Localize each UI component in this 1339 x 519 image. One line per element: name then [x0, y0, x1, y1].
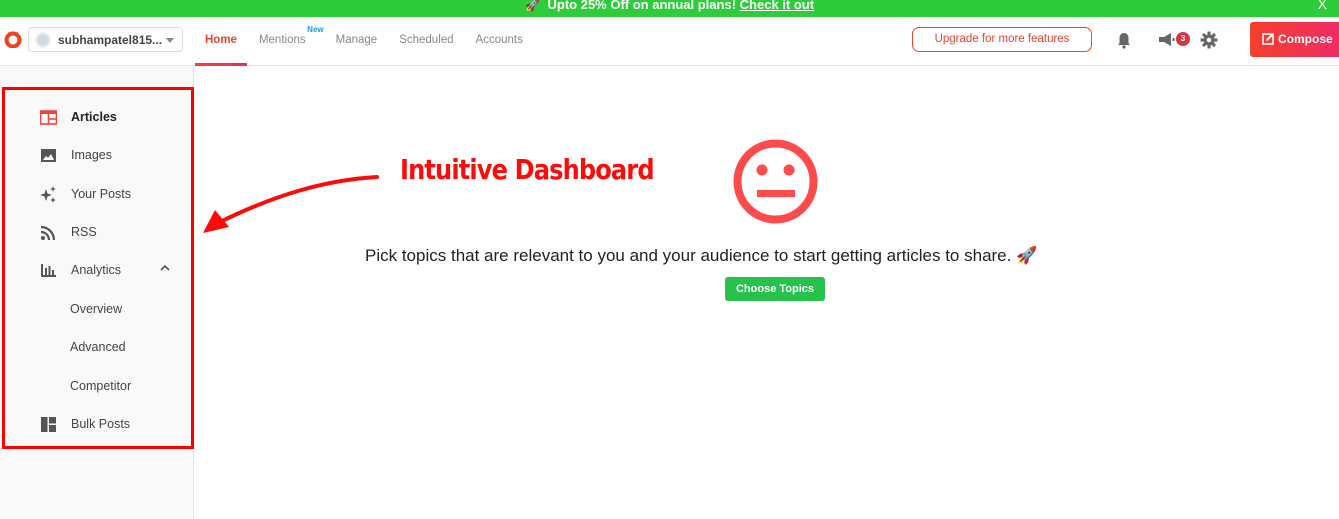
rocket-icon: 🚀 — [524, 0, 540, 12]
app-logo-icon[interactable] — [4, 30, 22, 48]
top-navbar: subhampatel815... Home Mentions New Manag… — [0, 17, 1339, 66]
empty-state-message: Pick topics that are relevant to you and… — [365, 246, 1038, 265]
bar-chart-icon — [41, 264, 56, 277]
promo-text: Upto 25% Off on annual plans! — [547, 0, 737, 12]
tab-scheduled[interactable]: Scheduled — [389, 17, 463, 65]
bell-icon[interactable] — [1116, 32, 1132, 49]
image-icon — [41, 149, 56, 162]
edit-icon — [1262, 33, 1274, 45]
sidebar-item-images[interactable]: Images — [0, 137, 190, 173]
megaphone-icon[interactable] — [1158, 33, 1176, 47]
sidebar-item-advanced[interactable]: Advanced — [0, 329, 190, 365]
tab-manage[interactable]: Manage — [326, 17, 388, 65]
chevron-up-icon[interactable] — [159, 264, 171, 272]
notification-count-badge: 3 — [1176, 32, 1190, 46]
compose-label: Compose — [1278, 32, 1333, 46]
compose-button[interactable]: Compose — [1250, 22, 1339, 57]
sidebar-item-rss[interactable]: RSS — [0, 214, 190, 250]
main-tabs: Home Mentions New Manage Scheduled Accoun… — [195, 17, 535, 66]
upgrade-button[interactable]: Upgrade for more features — [912, 27, 1092, 52]
account-selector[interactable]: subhampatel815... — [28, 27, 183, 52]
promo-banner: 🚀 Upto 25% Off on annual plans! Check it… — [0, 0, 1339, 17]
promo-link[interactable]: Check it out — [740, 0, 814, 12]
new-badge: New — [307, 25, 324, 34]
sidebar-item-overview[interactable]: Overview — [0, 291, 190, 327]
sidebar-item-analytics[interactable]: Analytics — [0, 252, 190, 288]
layout-icon — [41, 417, 56, 432]
sidebar-item-competitor[interactable]: Competitor — [0, 368, 190, 404]
tab-mentions[interactable]: Mentions New — [249, 17, 324, 65]
sidebar-item-bulk-posts[interactable]: Bulk Posts — [0, 406, 190, 442]
rss-icon — [40, 225, 56, 241]
chevron-down-icon — [166, 38, 174, 43]
sidebar-item-articles[interactable]: Articles — [0, 99, 190, 135]
neutral-face-icon — [733, 139, 818, 224]
tab-home[interactable]: Home — [195, 17, 247, 66]
tab-accounts[interactable]: Accounts — [466, 17, 533, 65]
account-name: subhampatel815... — [58, 32, 163, 47]
sparkle-icon — [40, 186, 56, 203]
annotation-arrow-icon — [203, 175, 379, 233]
articles-icon — [40, 110, 57, 125]
sidebar: Articles Images Your Posts RSS Analytics… — [0, 66, 194, 519]
close-icon[interactable]: X — [1318, 0, 1327, 11]
avatar — [35, 31, 51, 48]
sidebar-item-your-posts[interactable]: Your Posts — [0, 176, 190, 212]
annotation-title: Intuitive Dashboard — [400, 153, 655, 186]
gear-icon[interactable] — [1200, 31, 1218, 49]
rocket-icon: 🚀 — [1016, 246, 1038, 265]
choose-topics-button[interactable]: Choose Topics — [725, 277, 825, 301]
